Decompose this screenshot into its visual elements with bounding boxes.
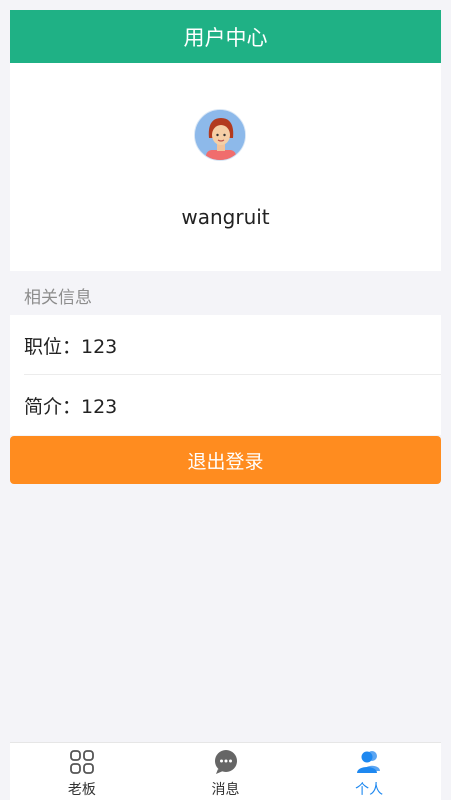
avatar[interactable] (194, 109, 246, 161)
info-list: 职位：123 简介：123 (10, 315, 441, 435)
info-row-position: 职位：123 (10, 315, 441, 375)
grid-icon (69, 750, 94, 774)
info-row-text: 职位：123 (24, 335, 118, 358)
tab-boss[interactable]: 老板 (10, 743, 154, 800)
username: wangruit (181, 205, 270, 229)
chat-bubble-icon (214, 750, 237, 774)
page: 用户中心 wangruit 相关信息 职位：123 简介：123 退出登录 老板… (0, 0, 451, 800)
tab-personal[interactable]: 个人 (297, 743, 441, 800)
tab-messages[interactable]: 消息 (154, 743, 298, 800)
tab-label: 消息 (211, 782, 240, 798)
tab-bar: 老板 消息 个人 (10, 742, 441, 800)
info-row-intro: 简介：123 (10, 375, 441, 435)
header: 用户中心 (10, 10, 441, 63)
tab-label: 个人 (355, 782, 384, 798)
profile-card: wangruit (10, 63, 441, 271)
logout-button[interactable]: 退出登录 (10, 436, 441, 484)
page-title: 用户中心 (183, 25, 268, 50)
avatar-image (195, 110, 245, 160)
info-row-text: 简介：123 (24, 395, 118, 418)
user-icon (357, 751, 381, 773)
section-label: 相关信息 (24, 288, 92, 308)
tab-label: 老板 (67, 782, 96, 798)
